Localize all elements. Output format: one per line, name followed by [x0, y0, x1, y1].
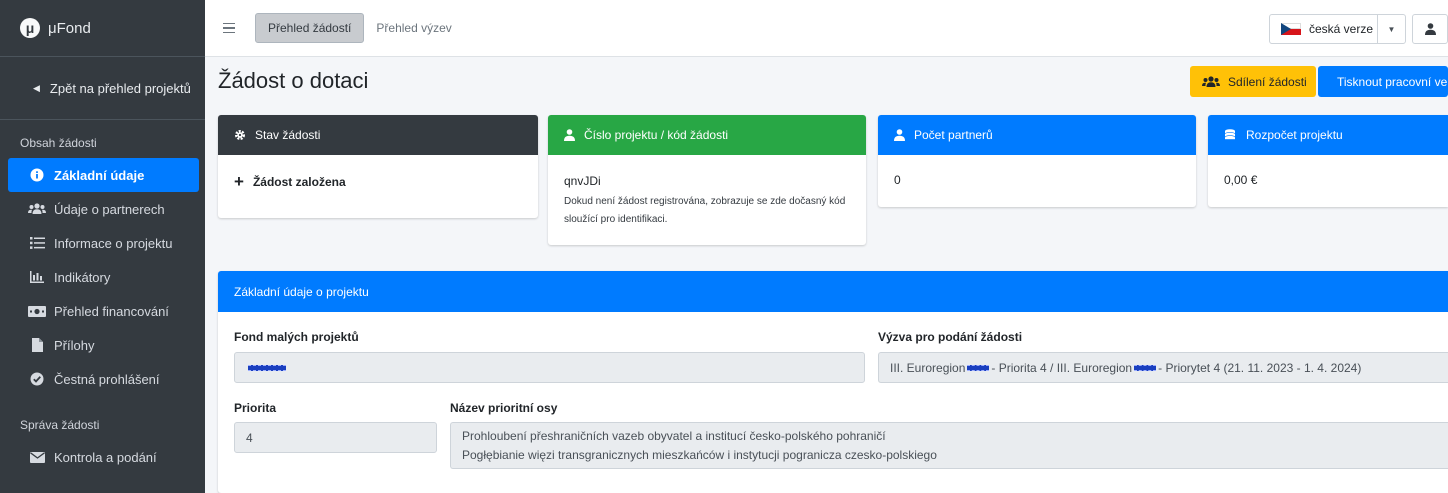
sidebar-item-attachments[interactable]: Přílohy — [8, 328, 199, 362]
gear-icon — [235, 130, 245, 140]
budget-card-header: Rozpočet projektu — [1208, 115, 1448, 155]
sidebar: μ μFond ◀ Zpět na přehled projektů Obsah… — [0, 0, 205, 493]
print-button-label: Tisknout pracovní verzi — [1337, 74, 1448, 89]
user-menu-button[interactable] — [1412, 14, 1448, 44]
print-draft-button[interactable]: Tisknout pracovní verzi — [1318, 66, 1448, 97]
coins-icon — [1224, 129, 1236, 140]
status-card-title: Stav žádosti — [255, 128, 321, 142]
fund-label: Fond malých projektů — [234, 330, 359, 344]
redacted-mark — [1134, 364, 1157, 371]
sidebar-item-financing[interactable]: Přehled financování — [8, 294, 199, 328]
bar-chart-icon — [28, 271, 46, 283]
money-bill-icon — [28, 305, 46, 317]
czech-flag-icon — [1281, 23, 1301, 35]
budget-value: 0,00 € — [1224, 173, 1258, 187]
users-icon — [28, 203, 46, 215]
project-code-note: Dokud není žádost registrována, zobrazuj… — [564, 196, 846, 225]
sidebar-item-project-info[interactable]: Informace o projektu — [8, 226, 199, 260]
share-button-label: Sdílení žádosti — [1228, 74, 1307, 89]
plus-icon: + — [234, 172, 244, 191]
language-label: česká verze — [1309, 22, 1374, 36]
brand-name: μFond — [48, 19, 91, 37]
brand[interactable]: μ μFond — [0, 0, 205, 57]
status-value: + Žádost založena — [234, 173, 522, 190]
sidebar-item-declarations[interactable]: Čestná prohlášení — [8, 362, 199, 396]
status-value-label: Žádost založena — [252, 174, 346, 189]
basic-info-panel-header: Základní údaje o projektu — [218, 271, 1448, 312]
sidebar-item-basic-info[interactable]: Základní údaje — [8, 158, 199, 192]
budget-card: Rozpočet projektu 0,00 € — [1208, 115, 1448, 207]
menu-toggle-icon[interactable] — [223, 20, 235, 37]
tab-applications-overview[interactable]: Přehled žádostí — [255, 13, 365, 43]
sidebar-item-label: Kontrola a podání — [54, 449, 157, 465]
caret-down-icon[interactable]: ▼ — [1377, 15, 1405, 43]
sidebar-item-label: Informace o projektu — [54, 235, 173, 251]
sidebar-item-label: Přílohy — [54, 337, 95, 353]
status-card-body: + Žádost založena — [218, 155, 538, 190]
partners-card-title: Počet partnerů — [914, 128, 993, 142]
project-number-card-title: Číslo projektu / kód žádosti — [584, 128, 729, 142]
basic-info-panel: Základní údaje o projektu Fond malých pr… — [218, 271, 1448, 493]
users-icon — [1202, 75, 1220, 87]
axis-label: Název prioritní osy — [450, 401, 558, 415]
priority-field[interactable]: 4 — [234, 422, 437, 453]
sidebar-item-indicators[interactable]: Indikátory — [8, 260, 199, 294]
info-circle-icon — [28, 168, 46, 182]
call-value-part3: - Priorytet 4 (21. 11. 2023 - 1. 4. 2024… — [1158, 360, 1362, 375]
back-to-projects-link[interactable]: ◀ Zpět na přehled projektů — [0, 57, 205, 120]
redacted-mark — [248, 364, 286, 371]
file-icon — [28, 338, 46, 352]
page-title: Žádost o dotaci — [218, 68, 369, 93]
share-application-button[interactable]: Sdílení žádosti — [1190, 66, 1316, 97]
envelope-icon — [28, 451, 46, 463]
section-header-management: Správa žádosti — [20, 418, 100, 432]
user-icon — [1424, 23, 1436, 35]
sidebar-item-label: Indikátory — [54, 269, 111, 285]
axis-value-pl: Pogłębianie więzi transgranicznych miesz… — [462, 447, 937, 462]
axis-value-cz: Prohloubení přeshraničních vazeb obyvate… — [462, 428, 886, 443]
call-value-part2: - Priorita 4 / III. Euroregion — [991, 360, 1133, 375]
partners-card-body: 0 — [878, 155, 1196, 187]
sidebar-item-partners[interactable]: Údaje o partnerech — [8, 192, 199, 226]
sidebar-item-label: Základní údaje — [54, 167, 145, 183]
sidebar-item-label: Údaje o partnerech — [54, 201, 165, 217]
fund-field[interactable] — [234, 352, 865, 383]
sidebar-item-label: Přehled financování — [54, 303, 169, 319]
budget-card-body: 0,00 € — [1208, 155, 1448, 187]
language-select[interactable]: česká verze ▼ — [1269, 14, 1406, 44]
user-icon — [894, 129, 905, 141]
project-number-card-body: qnvJDi Dokud není žádost registrována, z… — [548, 155, 866, 229]
priority-label: Priorita — [234, 401, 277, 415]
project-number-card: Číslo projektu / kód žádosti qnvJDi Doku… — [548, 115, 866, 245]
brand-logo: μ — [20, 18, 40, 38]
status-card: Stav žádosti + Žádost založena — [218, 115, 538, 218]
budget-card-title: Rozpočet projektu — [1246, 128, 1343, 142]
top-navbar: Přehled žádostí Přehled výzev česká verz… — [205, 0, 1448, 57]
section-header-application: Obsah žádosti — [20, 136, 97, 150]
project-number-card-header: Číslo projektu / kód žádosti — [548, 115, 866, 155]
back-link-label: Zpět na přehled projektů — [49, 80, 191, 96]
call-label: Výzva pro podání žádosti — [878, 330, 1023, 344]
sidebar-item-review-submit[interactable]: Kontrola a podání — [8, 440, 199, 474]
user-icon — [564, 129, 575, 141]
partners-card-header: Počet partnerů — [878, 115, 1196, 155]
project-code: qnvJDi — [564, 174, 601, 188]
list-icon — [28, 237, 46, 249]
axis-field[interactable]: Prohloubení přeshraničních vazeb obyvate… — [450, 422, 1448, 469]
tab-calls-overview[interactable]: Přehled výzev — [364, 13, 463, 43]
check-circle-icon — [28, 372, 46, 386]
call-field[interactable]: III. Euroregion - Priorita 4 / III. Euro… — [878, 352, 1448, 383]
status-card-header: Stav žádosti — [218, 115, 538, 155]
redacted-mark — [967, 364, 990, 371]
call-value-part1: III. Euroregion — [890, 360, 966, 375]
caret-left-icon: ◀ — [33, 82, 40, 93]
sidebar-item-label: Čestná prohlášení — [54, 371, 160, 387]
partners-card: Počet partnerů 0 — [878, 115, 1196, 207]
partners-count: 0 — [894, 173, 901, 187]
